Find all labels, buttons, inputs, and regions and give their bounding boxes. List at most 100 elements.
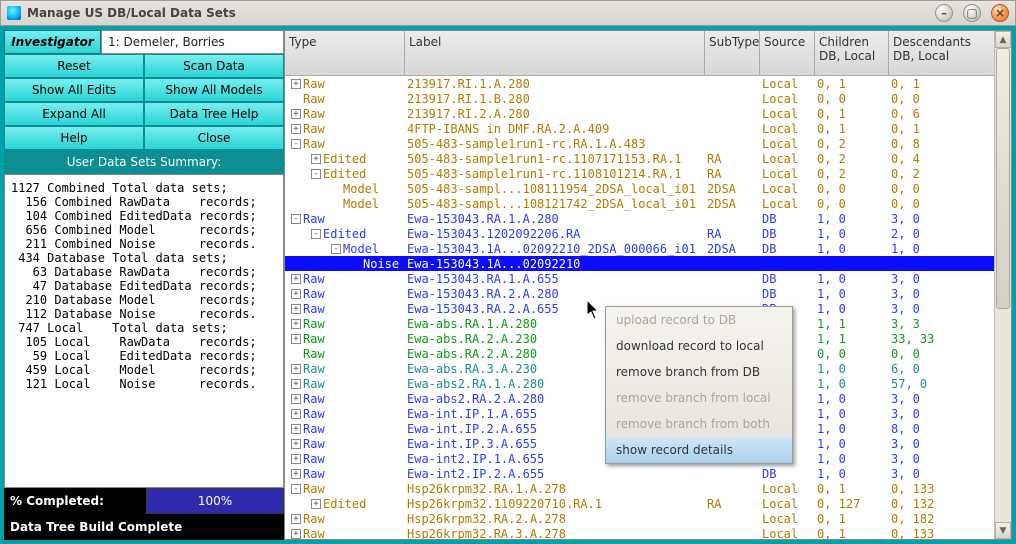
row-label: 505-483-sample1run1-rc.1108101214.RA.1 — [407, 167, 707, 181]
tree-row[interactable]: +RawHsp26krpm32.RA.2.A.278Local0, 10, 18… — [285, 511, 1011, 526]
row-subtype: RA — [707, 497, 762, 511]
row-type: Raw — [303, 332, 325, 346]
row-type: Raw — [303, 317, 325, 331]
tree-row[interactable]: -Edited 505-483-sample1run1-rc.1108101214… — [285, 166, 1011, 181]
tree-row[interactable]: -RawHsp26krpm32.RA.1.A.278Local0, 10, 13… — [285, 481, 1011, 496]
col-header-descendants[interactable]: Descendants DB, Local — [889, 31, 977, 75]
tree-row[interactable]: NoiseEwa-153043.1A...02092210 — [285, 256, 1011, 271]
tree-row[interactable]: Model505-483-sampl...108121742_2DSA_loca… — [285, 196, 1011, 211]
tree-row[interactable]: Raw213917.RI.1.B.280Local0, 00, 0 — [285, 91, 1011, 106]
help-button[interactable]: Help — [4, 126, 144, 150]
tree-row[interactable]: +Edited505-483-sample1run1-rc.1107171153… — [285, 151, 1011, 166]
tree-row[interactable]: -RawEwa-153043.RA.1.A.280DB1, 03, 0 — [285, 211, 1011, 226]
expand-icon[interactable]: + — [291, 469, 301, 479]
row-type: Edited — [323, 227, 366, 241]
investigator-button[interactable]: Investigator — [4, 30, 101, 54]
row-children: 1, 0 — [817, 212, 891, 226]
row-label: Hsp26krpm32.RA.3.A.278 — [407, 527, 707, 540]
tree-body[interactable]: +Raw213917.RI.1.A.280Local0, 10, 1Raw213… — [285, 76, 1011, 539]
expand-icon[interactable]: + — [311, 154, 321, 164]
tree-row[interactable]: -EditedEwa-153043.1202092206.RARADB1, 02… — [285, 226, 1011, 241]
investigator-field[interactable]: 1: Demeler, Borries — [101, 30, 284, 54]
tree-row[interactable]: +RawEwa-int2.IP.2.A.655DB1, 03, 0 — [285, 466, 1011, 481]
expand-icon[interactable]: + — [291, 394, 301, 404]
col-header-label[interactable]: Label — [405, 31, 705, 75]
row-type: Edited — [323, 167, 366, 181]
context-menu-item[interactable]: remove branch from DB — [606, 359, 792, 385]
collapse-icon[interactable]: - — [331, 244, 341, 254]
scroll-up-button[interactable]: ▲ — [995, 31, 1011, 48]
row-children: 0, 2 — [817, 167, 891, 181]
maximize-button[interactable]: ▢ — [963, 4, 981, 22]
scan-data-button[interactable]: Scan Data — [144, 54, 284, 78]
scroll-down-button[interactable]: ▼ — [995, 522, 1011, 539]
collapse-icon[interactable]: - — [291, 214, 301, 224]
expand-icon[interactable]: + — [291, 79, 301, 89]
row-children: 0, 0 — [817, 197, 891, 211]
show-all-models-button[interactable]: Show All Models — [144, 78, 284, 102]
context-menu-item[interactable]: download record to local — [606, 333, 792, 359]
expand-icon[interactable]: + — [291, 304, 301, 314]
data-tree-help-button[interactable]: Data Tree Help — [144, 102, 284, 126]
tree-row[interactable]: +EditedHsp26krpm32.1109220710.RA.1RALoca… — [285, 496, 1011, 511]
row-label: 505-483-sample1run1-rc.1107171153.RA.1 — [407, 152, 707, 166]
expand-icon[interactable]: + — [291, 364, 301, 374]
row-descendants: 3, 0 — [891, 437, 979, 451]
tree-row[interactable]: +RawEwa-153043.RA.2.A.280DB1, 03, 0 — [285, 286, 1011, 301]
expand-icon[interactable]: + — [291, 454, 301, 464]
collapse-icon[interactable]: - — [291, 139, 301, 149]
collapse-icon[interactable]: - — [311, 229, 321, 239]
row-children: 1, 1 — [817, 332, 891, 346]
expand-icon[interactable]: + — [291, 409, 301, 419]
expand-icon[interactable]: + — [291, 334, 301, 344]
row-type: Model — [343, 197, 379, 211]
vertical-scrollbar[interactable]: ▲ ▼ — [994, 31, 1011, 539]
col-header-source[interactable]: Source — [760, 31, 815, 75]
tree-row[interactable]: +Raw4FTP-IBANS in DMF.RA.2.A.409Local0, … — [285, 121, 1011, 136]
row-source: Local — [762, 512, 817, 526]
col-header-type[interactable]: Type — [285, 31, 405, 75]
row-subtype: 2DSA — [707, 242, 762, 256]
col-header-children[interactable]: Children DB, Local — [815, 31, 889, 75]
row-children: 1, 0 — [817, 377, 891, 391]
reset-button[interactable]: Reset — [4, 54, 144, 78]
tree-row[interactable]: +RawEwa-153043.RA.1.A.655DB1, 03, 0 — [285, 271, 1011, 286]
minimize-button[interactable]: – — [935, 4, 953, 22]
tree-row[interactable]: -Raw505-483-sample1run1-rc.RA.1.A.483Loc… — [285, 136, 1011, 151]
expand-icon[interactable]: + — [291, 109, 301, 119]
row-descendants: 3, 0 — [891, 392, 979, 406]
row-subtype: RA — [707, 227, 762, 241]
expand-icon[interactable]: + — [291, 274, 301, 284]
row-type: Raw — [303, 452, 325, 466]
row-label: Ewa-153043.1A...02092210_2DSA_000066_i01 — [407, 242, 707, 256]
expand-icon[interactable]: + — [291, 289, 301, 299]
expand-icon[interactable]: + — [291, 424, 301, 434]
expand-icon[interactable]: + — [291, 514, 301, 524]
expand-icon[interactable]: + — [291, 379, 301, 389]
context-menu[interactable]: upload record to DBdownload record to lo… — [605, 306, 793, 464]
row-label: Ewa-153043.1A...02092210 — [407, 257, 707, 271]
expand-icon[interactable]: + — [291, 529, 301, 539]
row-label: 213917.RI.1.B.280 — [407, 92, 707, 106]
context-menu-item[interactable]: show record details — [606, 437, 792, 463]
row-descendants: 0, 4 — [891, 152, 979, 166]
close-window-button[interactable]: × — [991, 4, 1009, 22]
show-all-edits-button[interactable]: Show All Edits — [4, 78, 144, 102]
scroll-thumb[interactable] — [996, 48, 1010, 309]
expand-icon[interactable]: + — [291, 319, 301, 329]
expand-icon[interactable]: + — [291, 439, 301, 449]
tree-row[interactable]: -ModelEwa-153043.1A...02092210_2DSA_0000… — [285, 241, 1011, 256]
tree-row[interactable]: +Raw213917.RI.2.A.280Local0, 10, 6 — [285, 106, 1011, 121]
close-button[interactable]: Close — [144, 126, 284, 150]
collapse-icon[interactable]: - — [311, 169, 321, 179]
expand-icon[interactable]: + — [291, 124, 301, 134]
col-header-subtype[interactable]: SubType — [705, 31, 760, 75]
expand-all-button[interactable]: Expand All — [4, 102, 144, 126]
expand-icon[interactable]: + — [311, 499, 321, 509]
tree-row[interactable]: +RawHsp26krpm32.RA.3.A.278Local0, 10, 13… — [285, 526, 1011, 539]
summary-text: 1127 Combined Total data sets; 156 Combi… — [4, 174, 284, 488]
collapse-icon[interactable]: - — [291, 484, 301, 494]
tree-row[interactable]: Model505-483-sampl...108111954_2DSA_loca… — [285, 181, 1011, 196]
row-type: Raw — [303, 212, 325, 226]
tree-row[interactable]: +Raw213917.RI.1.A.280Local0, 10, 1 — [285, 76, 1011, 91]
